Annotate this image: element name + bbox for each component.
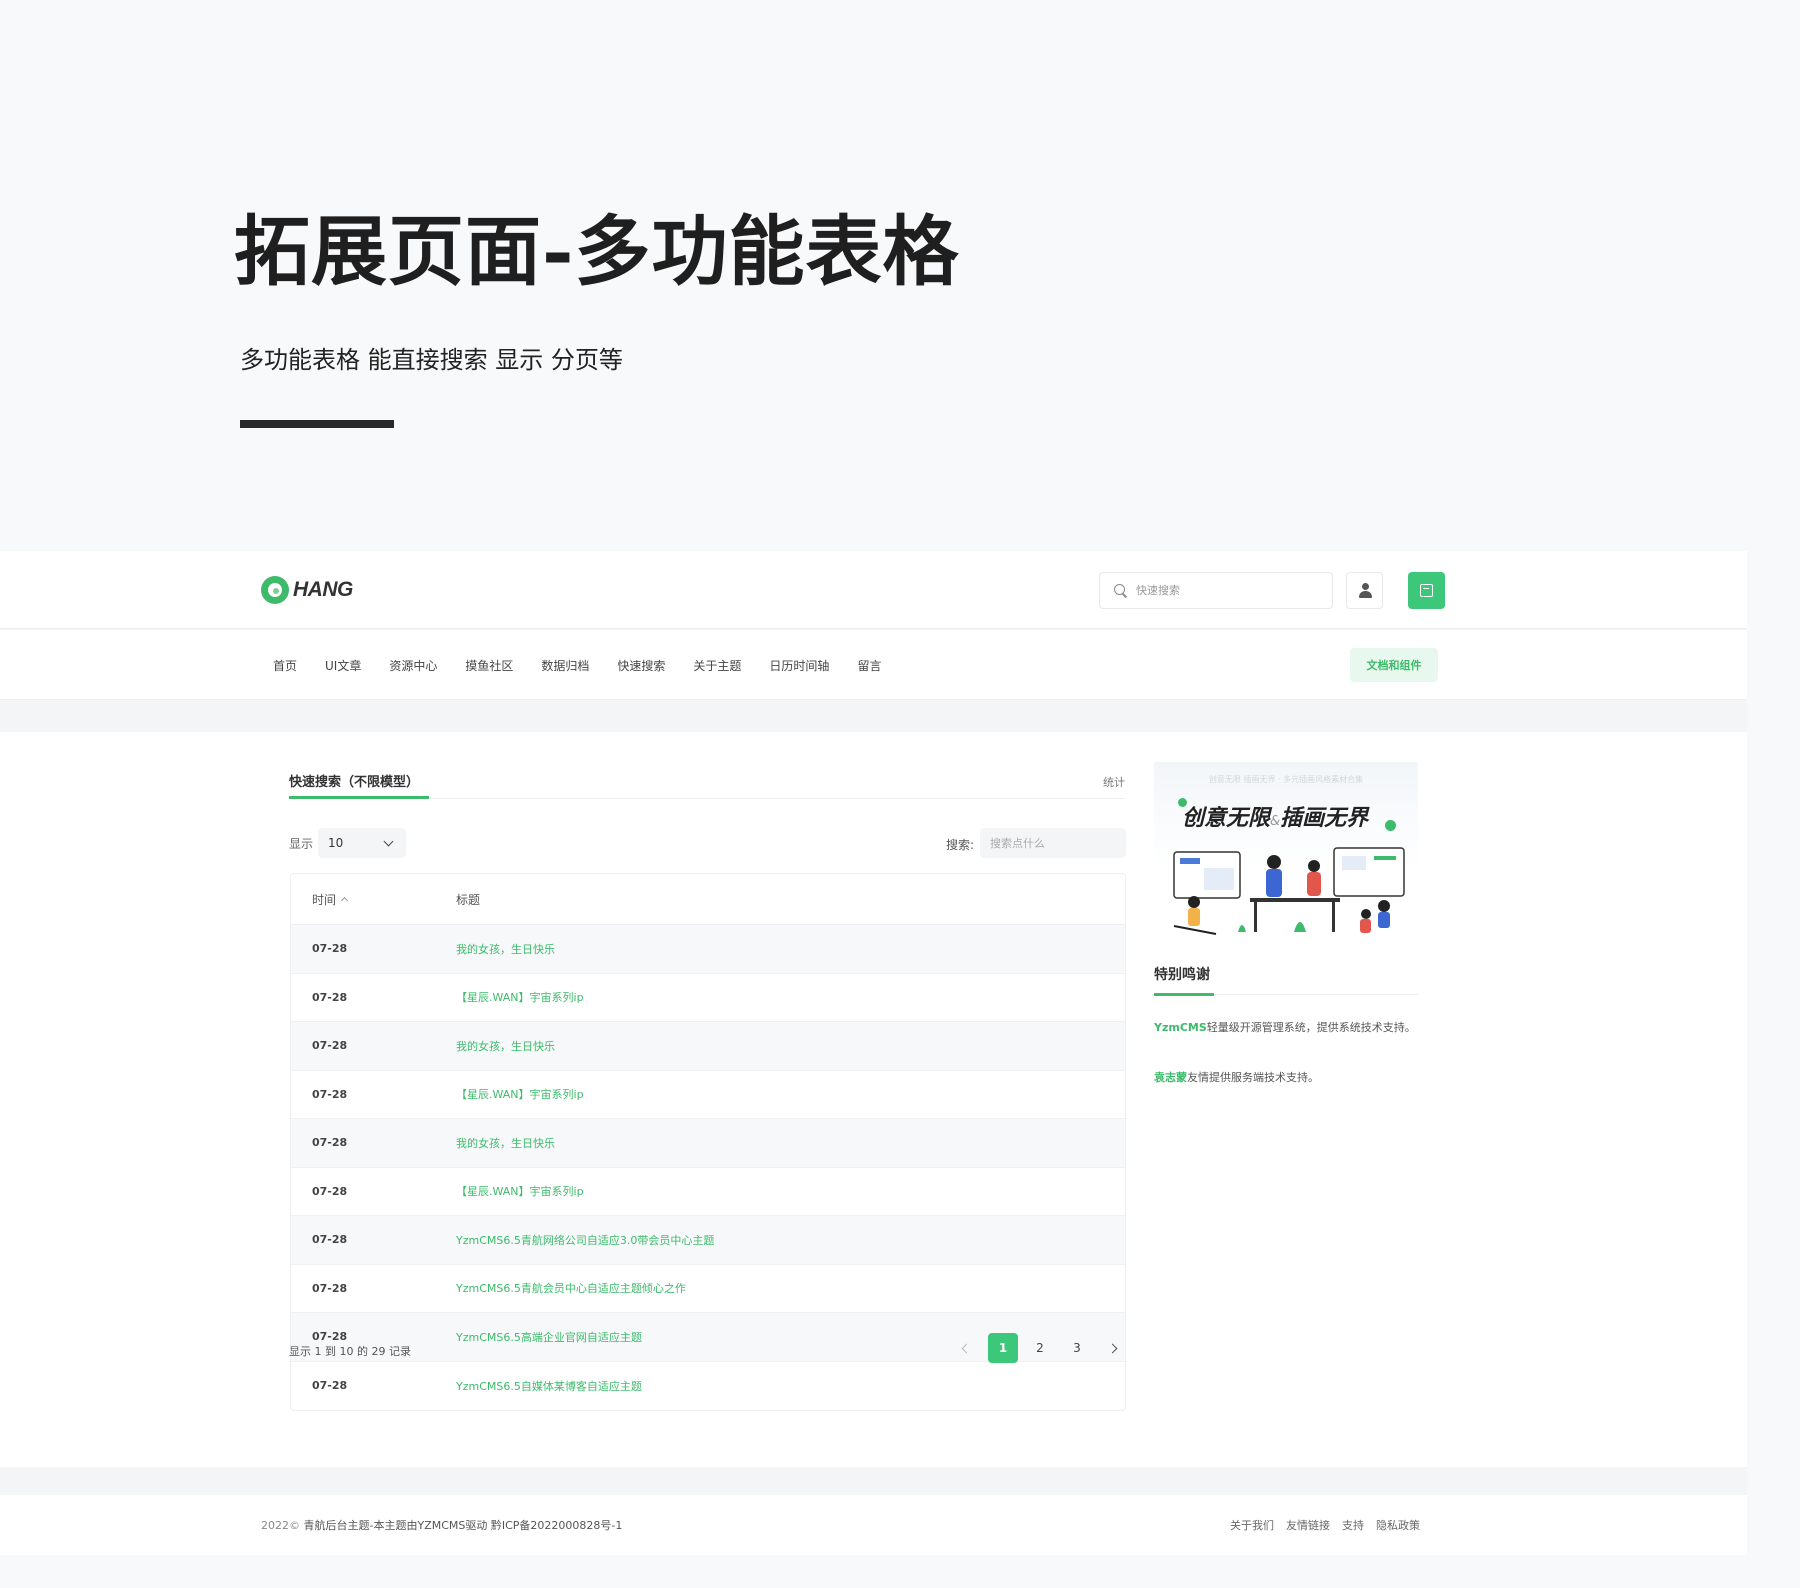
nav-item-ui-articles[interactable]: UI文章 (325, 657, 361, 674)
row-title-link[interactable]: 【星辰.WAN】宇宙系列ip (456, 989, 584, 1005)
row-title-link[interactable]: YzmCMS6.5自媒体某博客自适应主题 (456, 1378, 642, 1394)
data-table: 时间 标题 07-28 我的女孩，生日快乐 07-28 【星辰.WAN】宇宙系列… (290, 873, 1126, 1411)
docs-components-button[interactable]: 文档和组件 (1350, 648, 1438, 682)
nav-item-calendar-timeline[interactable]: 日历时间轴 (769, 657, 829, 674)
sidebar-banner[interactable]: 创意无限 插画无界 · 多元插画风格素材合集 创意无限&插画无界 (1154, 762, 1418, 939)
row-time: 07-28 (312, 1233, 348, 1247)
row-time: 07-28 (312, 1136, 348, 1150)
quick-search-input[interactable] (1136, 584, 1306, 597)
page-2-button[interactable]: 2 (1025, 1333, 1055, 1363)
thanks-item-yuan: 袁志蒙友情提供服务端技术支持。 (1154, 1071, 1319, 1084)
page-size-value: 10 (328, 836, 344, 850)
banner-dot-decoration (1385, 820, 1396, 831)
table-search-input[interactable] (980, 828, 1126, 858)
prev-page-icon[interactable] (951, 1333, 981, 1363)
table-row: 07-28 【星辰.WAN】宇宙系列ip (291, 974, 1125, 1022)
promo-divider (240, 420, 394, 428)
row-title-link[interactable]: 我的女孩，生日快乐 (456, 1135, 555, 1151)
nav-item-about-theme[interactable]: 关于主题 (693, 657, 741, 674)
nav-list: 首页 UI文章 资源中心 摸鱼社区 数据归档 快速搜索 关于主题 日历时间轴 留… (273, 630, 909, 700)
site-screenshot: HANG 首页 UI文章 资源中心 摸鱼社区 数据归档 快速搜索 关于主题 日历… (0, 551, 1747, 1555)
thanks-title: 特别鸣谢 (1154, 967, 1210, 983)
main-nav: 首页 UI文章 资源中心 摸鱼社区 数据归档 快速搜索 关于主题 日历时间轴 留… (0, 630, 1747, 700)
nav-item-home[interactable]: 首页 (273, 657, 297, 674)
nav-item-guestbook[interactable]: 留言 (857, 657, 881, 674)
row-time: 07-28 (312, 1087, 348, 1101)
pagination: 1 2 3 (951, 1333, 1129, 1363)
banner-illustration (1173, 847, 1405, 935)
row-title-link[interactable]: 我的女孩，生日快乐 (456, 1038, 555, 1054)
table-row: 07-28 YzmCMS6.5青航会员中心自适应主题倾心之作 (291, 1265, 1125, 1313)
row-time: 07-28 (312, 1184, 348, 1198)
footer-link-support[interactable]: 支持 (1342, 1517, 1364, 1533)
card-header: 快速搜索（不限模型） 统计 (289, 771, 1125, 799)
row-title-link[interactable]: YzmCMS6.5青航网络公司自适应3.0带会员中心主题 (456, 1232, 714, 1248)
top-header: HANG (0, 551, 1747, 629)
table-row: 07-28 我的女孩，生日快乐 (291, 1022, 1125, 1071)
table-row: 07-28 【星辰.WAN】宇宙系列ip (291, 1168, 1125, 1216)
nav-item-quick-search[interactable]: 快速搜索 (617, 657, 665, 674)
sort-asc-icon (340, 896, 349, 905)
search-icon (1114, 583, 1128, 598)
row-title-link[interactable]: 【星辰.WAN】宇宙系列ip (456, 1183, 584, 1199)
row-time: 07-28 (312, 1379, 348, 1393)
nav-item-community[interactable]: 摸鱼社区 (465, 657, 513, 674)
table-search-label: 搜索: (946, 838, 975, 852)
user-button[interactable] (1346, 572, 1383, 609)
calendar-button[interactable] (1408, 572, 1445, 609)
row-time: 07-28 (312, 990, 348, 1004)
table-row: 07-28 YzmCMS6.5青航网络公司自适应3.0带会员中心主题 (291, 1216, 1125, 1265)
site-footer: 2022© 青航后台主题-本主题由YZMCMS驱动 黔ICP备202200082… (0, 1495, 1747, 1555)
yzmcms-link[interactable]: YzmCMS (1154, 1021, 1207, 1034)
nav-item-resources[interactable]: 资源中心 (389, 657, 437, 674)
table-row: 07-28 YzmCMS6.5自媒体某博客自适应主题 (291, 1362, 1125, 1411)
records-info: 显示 1 到 10 的 29 记录 (289, 1345, 411, 1358)
tab-quick-search[interactable]: 快速搜索（不限模型） (289, 771, 430, 799)
site-logo[interactable]: HANG (261, 576, 353, 604)
row-time: 07-28 (312, 1281, 348, 1295)
footer-links: 关于我们 友情链接 支持 隐私政策 (1230, 1517, 1420, 1533)
main-content: 快速搜索（不限模型） 统计 显示 10 搜索: 时间 标题 07-28 我的女孩… (0, 732, 1747, 1467)
column-header-title[interactable]: 标题 (456, 891, 480, 908)
row-title-link[interactable]: YzmCMS6.5青航会员中心自适应主题倾心之作 (456, 1280, 686, 1296)
table-row: 07-28 【星辰.WAN】宇宙系列ip (291, 1071, 1125, 1119)
row-time: 07-28 (312, 1330, 348, 1344)
row-time: 07-28 (312, 1039, 348, 1053)
calendar-icon (1420, 584, 1433, 597)
user-icon (1359, 583, 1372, 599)
thanks-item-yzmcms: YzmCMS轻量级开源管理系统，提供系统技术支持。 (1154, 1021, 1416, 1034)
copyright: 2022© 青航后台主题-本主题由YZMCMS驱动 黔ICP备202200082… (261, 1519, 623, 1532)
row-title-link[interactable]: YzmCMS6.5高端企业官网自适应主题 (456, 1329, 642, 1345)
footer-link-friends[interactable]: 友情链接 (1286, 1517, 1330, 1533)
next-page-icon[interactable] (1099, 1333, 1129, 1363)
logo-text: HANG (293, 578, 353, 601)
row-title-link[interactable]: 我的女孩，生日快乐 (456, 941, 555, 957)
quick-search-box[interactable] (1099, 572, 1333, 609)
nav-item-archive[interactable]: 数据归档 (541, 657, 589, 674)
table-row: 07-28 我的女孩，生日快乐 (291, 1119, 1125, 1168)
chevron-down-icon (383, 836, 394, 847)
column-header-time[interactable]: 时间 (291, 891, 456, 908)
promo-title: 拓展页面-多功能表格 (234, 207, 960, 296)
page-size-select[interactable]: 10 (318, 828, 406, 858)
promo-subtitle: 多功能表格 能直接搜索 显示 分页等 (240, 346, 623, 374)
row-time: 07-28 (312, 942, 348, 956)
banner-title: 创意无限&插画无界 (1182, 806, 1369, 831)
stat-link[interactable]: 统计 (1103, 774, 1125, 790)
page-1-button[interactable]: 1 (988, 1333, 1018, 1363)
footer-link-privacy[interactable]: 隐私政策 (1376, 1517, 1420, 1533)
table-header: 时间 标题 (291, 874, 1125, 925)
page-3-button[interactable]: 3 (1062, 1333, 1092, 1363)
logo-icon (261, 576, 289, 604)
yuan-link[interactable]: 袁志蒙 (1154, 1071, 1187, 1084)
thanks-title-underline (1154, 993, 1214, 996)
table-row: 07-28 我的女孩，生日快乐 (291, 925, 1125, 974)
banner-caption: 创意无限 插画无界 · 多元插画风格素材合集 (1208, 775, 1364, 784)
row-title-link[interactable]: 【星辰.WAN】宇宙系列ip (456, 1086, 584, 1102)
footer-link-about[interactable]: 关于我们 (1230, 1517, 1274, 1533)
show-label: 显示 (289, 837, 314, 851)
